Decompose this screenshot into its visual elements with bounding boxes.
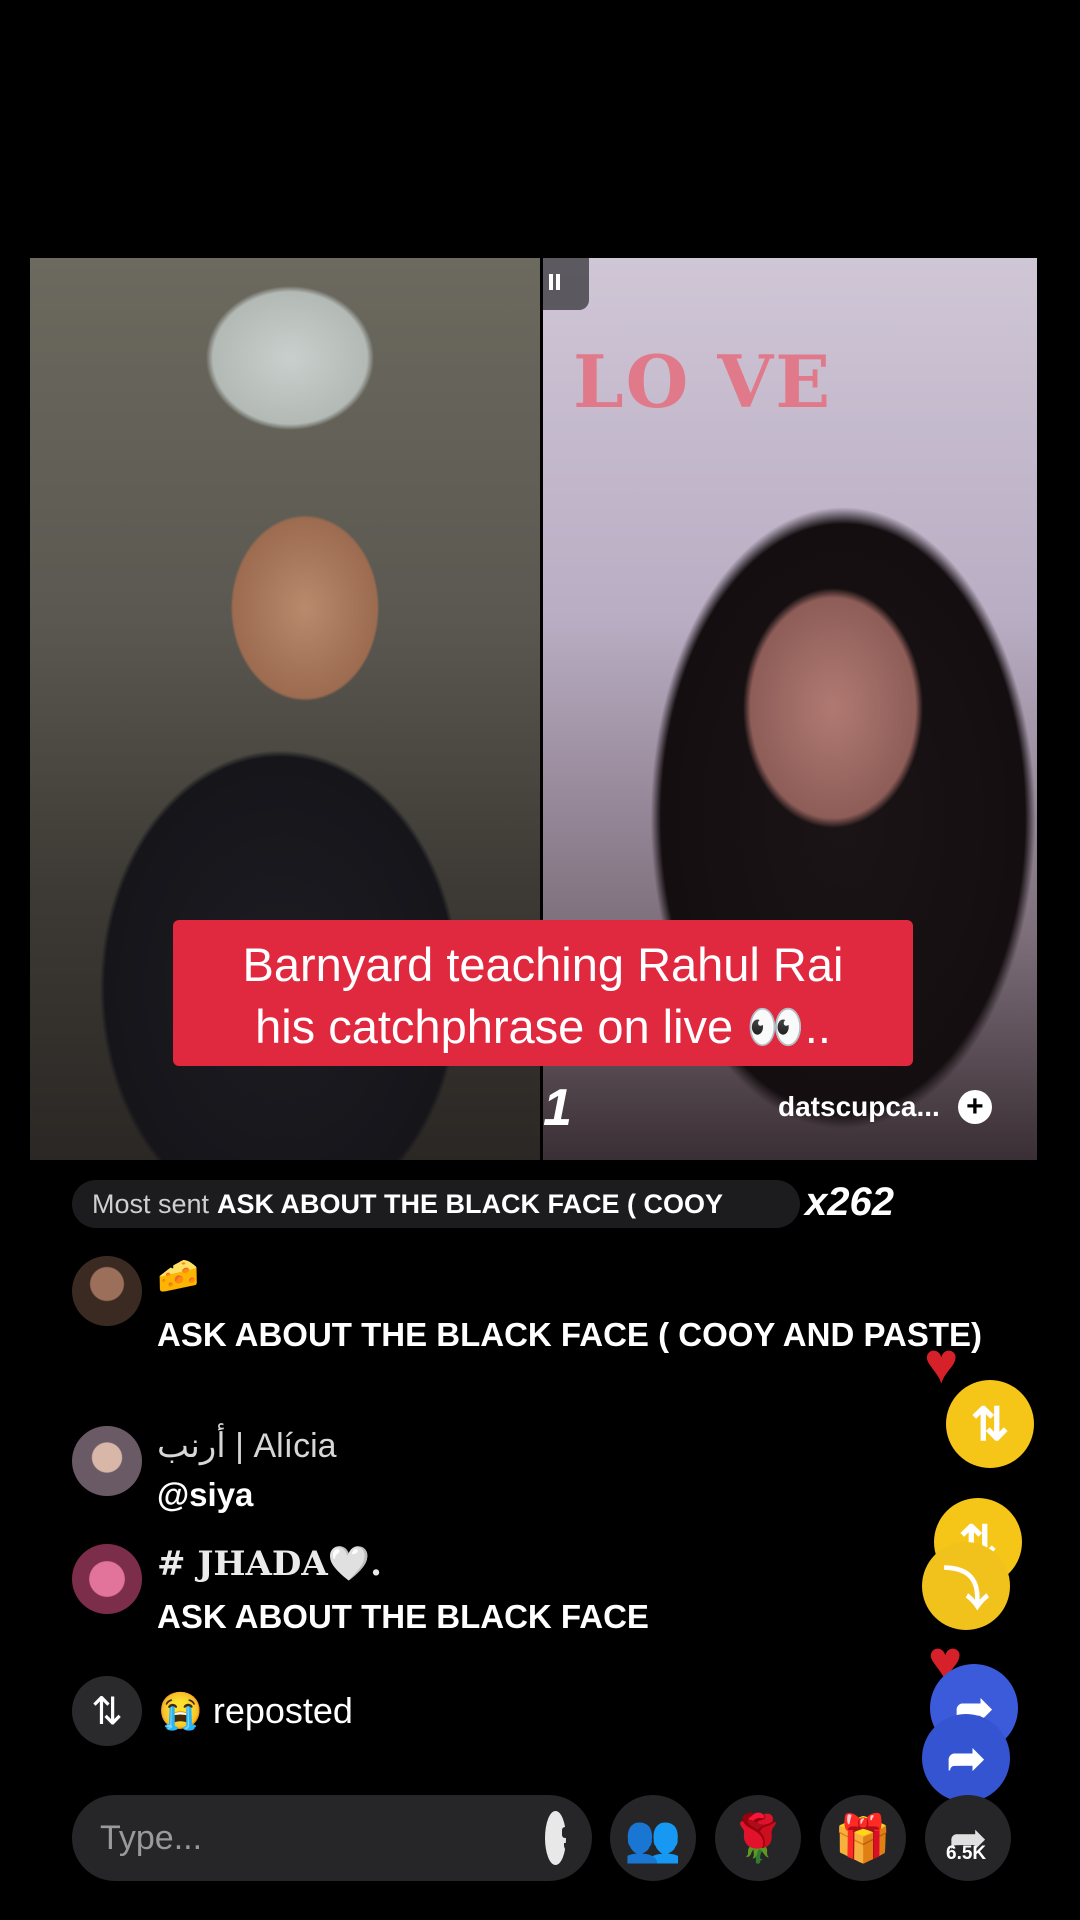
comment-text: @siya	[157, 1476, 254, 1513]
repost-text: 😭 reposted	[158, 1690, 353, 1731]
repost-float-icon: ⤵	[922, 1542, 1010, 1630]
most-sent-value: ASK ABOUT THE BLACK FACE ( COOY	[217, 1188, 724, 1219]
avatar[interactable]	[72, 1544, 142, 1614]
comment-username[interactable]: # JHADA🤍.	[157, 1544, 382, 1584]
avatar[interactable]	[72, 1256, 142, 1326]
caption-line-2: his catchphrase on live 👀..	[255, 1000, 831, 1053]
follow-plus-icon[interactable]: +	[957, 1090, 992, 1124]
heart-icon: ♥	[924, 1331, 959, 1396]
video-caption: Barnyard teaching Rahul Rai his catchphr…	[173, 920, 913, 1066]
host-tag[interactable]: datscupca... +	[778, 1090, 992, 1124]
comment-username[interactable]: أرنب | Alícia	[157, 1426, 337, 1466]
repost-notice: ⇅ 😭 reposted	[72, 1676, 353, 1746]
repost-icon: ⇅	[72, 1676, 142, 1746]
love-sign: LO VE	[573, 339, 833, 424]
most-sent-multiplier: x262	[805, 1180, 894, 1224]
comment-input[interactable]	[98, 1817, 545, 1859]
caption-line-1: Barnyard teaching Rahul Rai	[242, 938, 844, 991]
pause-icon[interactable]	[543, 258, 589, 310]
users-icon: 👥	[624, 1811, 682, 1864]
most-sent-label: Most sent	[92, 1188, 210, 1219]
comment-text: ASK ABOUT THE BLACK FACE ( COOY AND PAST…	[157, 1316, 983, 1353]
comment-text: ASK ABOUT THE BLACK FACE	[157, 1598, 649, 1635]
host-name[interactable]: datscupca...	[778, 1091, 940, 1123]
gift-button[interactable]: 🎁	[820, 1795, 906, 1881]
share-button[interactable]: ➦	[925, 1795, 1011, 1881]
share-float-icon: ➦	[922, 1714, 1010, 1802]
comment-input-box[interactable]	[72, 1795, 592, 1881]
comment-username[interactable]: 🧀	[157, 1256, 199, 1296]
gift-icon: 🎁	[834, 1811, 892, 1864]
score-fragment: 1	[543, 1079, 572, 1137]
most-sent-bar[interactable]: Most sent ASK ABOUT THE BLACK FACE ( COO…	[72, 1180, 800, 1228]
rose-icon: 🌹	[729, 1811, 787, 1864]
avatar[interactable]	[72, 1426, 142, 1496]
share-count: 6.5K	[946, 1843, 987, 1864]
repost-float-icon: ⇅	[946, 1380, 1034, 1468]
emoji-icon[interactable]	[545, 1811, 582, 1865]
rose-gift-button[interactable]: 🌹	[715, 1795, 801, 1881]
multi-guest-button[interactable]: 👥	[610, 1795, 696, 1881]
